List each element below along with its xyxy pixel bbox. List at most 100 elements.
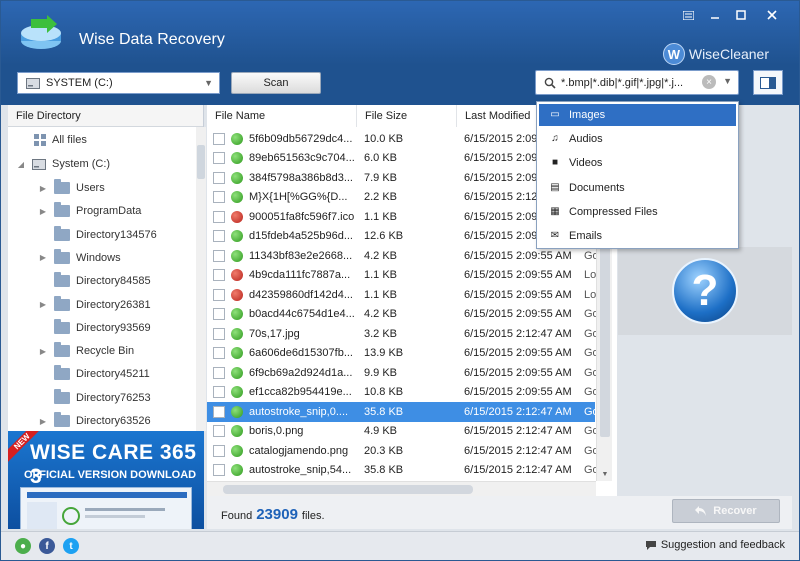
expand-arrow-icon[interactable]: ▶	[38, 347, 48, 356]
file-name: catalogjamendo.png	[249, 444, 349, 457]
row-checkbox[interactable]	[213, 347, 225, 360]
recover-button[interactable]: Recover	[672, 499, 780, 523]
row-checkbox[interactable]	[213, 386, 225, 399]
tree-item-label: Users	[76, 182, 105, 194]
file-row[interactable]: ef1cca82b954419e... 10.8 KB 6/15/2015 2:09…	[207, 383, 598, 403]
dropdown-item-emails[interactable]: ✉ Emails	[539, 225, 736, 247]
tree-item-label: Directory93569	[76, 321, 151, 334]
file-type-dropdown: ▭ Images ♫ Audios ■ Videos ▤ Documents ▦ Compress…	[536, 101, 739, 249]
file-row[interactable]: b0acd44c6754d1e4... 4.2 KB 6/15/2015 2:09:…	[207, 305, 598, 325]
row-checkbox[interactable]	[213, 308, 225, 321]
row-checkbox[interactable]	[213, 425, 225, 438]
tree-item-folder[interactable]: ▶ Users	[38, 177, 105, 199]
tree-item-folder[interactable]: ▶ Windows	[38, 247, 121, 269]
feedback-link[interactable]: Suggestion and feedback	[645, 539, 785, 551]
column-header-file-size[interactable]: File Size	[357, 105, 457, 127]
scrollbar-thumb[interactable]	[197, 145, 205, 179]
dropdown-item-videos[interactable]: ■ Videos	[539, 152, 736, 174]
row-checkbox[interactable]	[213, 464, 225, 477]
directory-scrollbar[interactable]	[196, 127, 206, 431]
archive-icon: ▦	[550, 205, 560, 217]
tree-item-folder[interactable]: ▶ Directory26381	[38, 294, 151, 316]
tree-item-folder[interactable]: Directory76253	[38, 387, 151, 409]
file-name: 6f9cb69a2d924d1a...	[249, 366, 353, 379]
grid-icon	[34, 134, 46, 146]
scan-button[interactable]: Scan	[231, 72, 321, 94]
row-checkbox[interactable]	[213, 230, 225, 243]
scrollbar-thumb[interactable]	[223, 485, 473, 494]
row-checkbox[interactable]	[213, 366, 225, 379]
tree-item-label: All files	[52, 134, 87, 146]
file-row[interactable]: d42359860df142d4... 1.1 KB 6/15/2015 2:09:…	[207, 285, 598, 305]
tree-item-folder[interactable]: ▶ ProgramData	[38, 200, 141, 222]
status-good-icon	[231, 132, 243, 145]
directory-panel: File Directory All files ◢ System (C:) ▶…	[8, 105, 206, 432]
dropdown-item-documents[interactable]: ▤ Documents	[539, 177, 736, 199]
dropdown-item-audios[interactable]: ♫ Audios	[539, 128, 736, 150]
file-row[interactable]: autostroke_snip,54... 35.8 KB 6/15/2015 2:…	[207, 461, 598, 481]
status-good-icon	[231, 444, 243, 457]
drive-select-value: SYSTEM (C:)	[46, 77, 113, 89]
file-list-horizontal-scrollbar[interactable]	[207, 481, 596, 496]
row-checkbox[interactable]	[213, 327, 225, 340]
tree-item-folder[interactable]: Directory134576	[38, 224, 157, 246]
tree-item-folder[interactable]: ▶ Directory63526	[38, 410, 151, 432]
filter-input[interactable]: *.bmp|*.dib|*.gif|*.jpg|*.j... × ▼	[535, 70, 739, 95]
expand-arrow-icon[interactable]: ◢	[16, 160, 26, 169]
expand-arrow-icon[interactable]: ▶	[38, 184, 48, 193]
file-row[interactable]: autostroke_snip,0.... 35.8 KB 6/15/2015 2:…	[207, 402, 598, 422]
status-good-icon	[231, 249, 243, 262]
row-checkbox[interactable]	[213, 444, 225, 457]
dropdown-item-label: Documents	[569, 181, 625, 194]
twitter-icon[interactable]: t	[63, 538, 79, 554]
tree-item-all-files[interactable]: All files	[34, 129, 87, 151]
promo-banner[interactable]: NEW WISE CARE 365 3 OFFICIAL VERSION DOW…	[8, 431, 204, 529]
row-checkbox[interactable]	[213, 152, 225, 165]
filter-dropdown-icon[interactable]: ▼	[723, 76, 732, 86]
brand-logo[interactable]: W WiseCleaner	[662, 43, 769, 65]
file-row[interactable]: catalogjamendo.png 20.3 KB 6/15/2015 2:12:…	[207, 441, 598, 461]
expand-arrow-icon[interactable]: ▶	[38, 300, 48, 309]
file-date: 6/15/2015 2:12:47 AM	[464, 425, 572, 438]
expand-arrow-icon[interactable]: ▶	[38, 253, 48, 262]
dropdown-item-compressed-files[interactable]: ▦ Compressed Files	[539, 201, 736, 223]
scrollbar-thumb[interactable]	[600, 247, 610, 437]
row-checkbox[interactable]	[213, 405, 225, 418]
folder-icon	[54, 225, 70, 241]
row-checkbox[interactable]	[213, 288, 225, 301]
row-checkbox[interactable]	[213, 191, 225, 204]
row-checkbox[interactable]	[213, 171, 225, 184]
tree-item-folder[interactable]: Directory45211	[38, 363, 150, 385]
file-row[interactable]: 6a606de6d15307fb... 13.9 KB 6/15/2015 2:09…	[207, 344, 598, 364]
row-checkbox[interactable]	[213, 269, 225, 282]
file-row[interactable]: 6f9cb69a2d924d1a... 9.9 KB 6/15/2015 2:09:…	[207, 363, 598, 383]
tree-item-label: Directory63526	[76, 415, 151, 427]
file-row[interactable]: 4b9cda111fc7887a... 1.1 KB 6/15/2015 2:09:…	[207, 266, 598, 286]
row-checkbox[interactable]	[213, 210, 225, 223]
dropdown-item-images[interactable]: ▭ Images	[539, 104, 736, 126]
tree-item-folder[interactable]: Directory84585	[38, 270, 151, 292]
maximize-icon[interactable]	[730, 7, 752, 23]
recover-label: Recover	[713, 505, 757, 517]
drive-select[interactable]: SYSTEM (C:) ▼	[17, 72, 220, 94]
close-icon[interactable]	[761, 7, 783, 23]
minimize-icon[interactable]	[704, 7, 726, 23]
file-row[interactable]: boris,0.png 4.9 KB 6/15/2015 2:12:47 AM Go	[207, 422, 598, 442]
row-checkbox[interactable]	[213, 249, 225, 262]
facebook-icon[interactable]: f	[39, 538, 55, 554]
tree-item-folder[interactable]: Directory93569	[38, 317, 151, 339]
tree-item-folder[interactable]: ▶ Recycle Bin	[38, 340, 134, 362]
preview-toggle-button[interactable]	[753, 70, 783, 95]
scroll-down-icon[interactable]: ▼	[597, 467, 613, 481]
wechat-icon[interactable]: ●	[15, 538, 31, 554]
expand-arrow-icon[interactable]: ▶	[38, 207, 48, 216]
row-checkbox[interactable]	[213, 132, 225, 145]
expand-arrow-icon[interactable]: ▶	[38, 417, 48, 426]
clear-icon[interactable]: ×	[702, 75, 716, 89]
tree-item-drive[interactable]: ◢ System (C:)	[16, 153, 110, 175]
menu-icon[interactable]	[677, 7, 699, 23]
undo-arrow-icon	[695, 506, 707, 516]
tree-item-label: ProgramData	[76, 205, 142, 218]
file-row[interactable]: 70s,17.jpg 3.2 KB 6/15/2015 2:12:47 AM Go	[207, 324, 598, 344]
column-header-file-name[interactable]: File Name	[207, 105, 357, 127]
